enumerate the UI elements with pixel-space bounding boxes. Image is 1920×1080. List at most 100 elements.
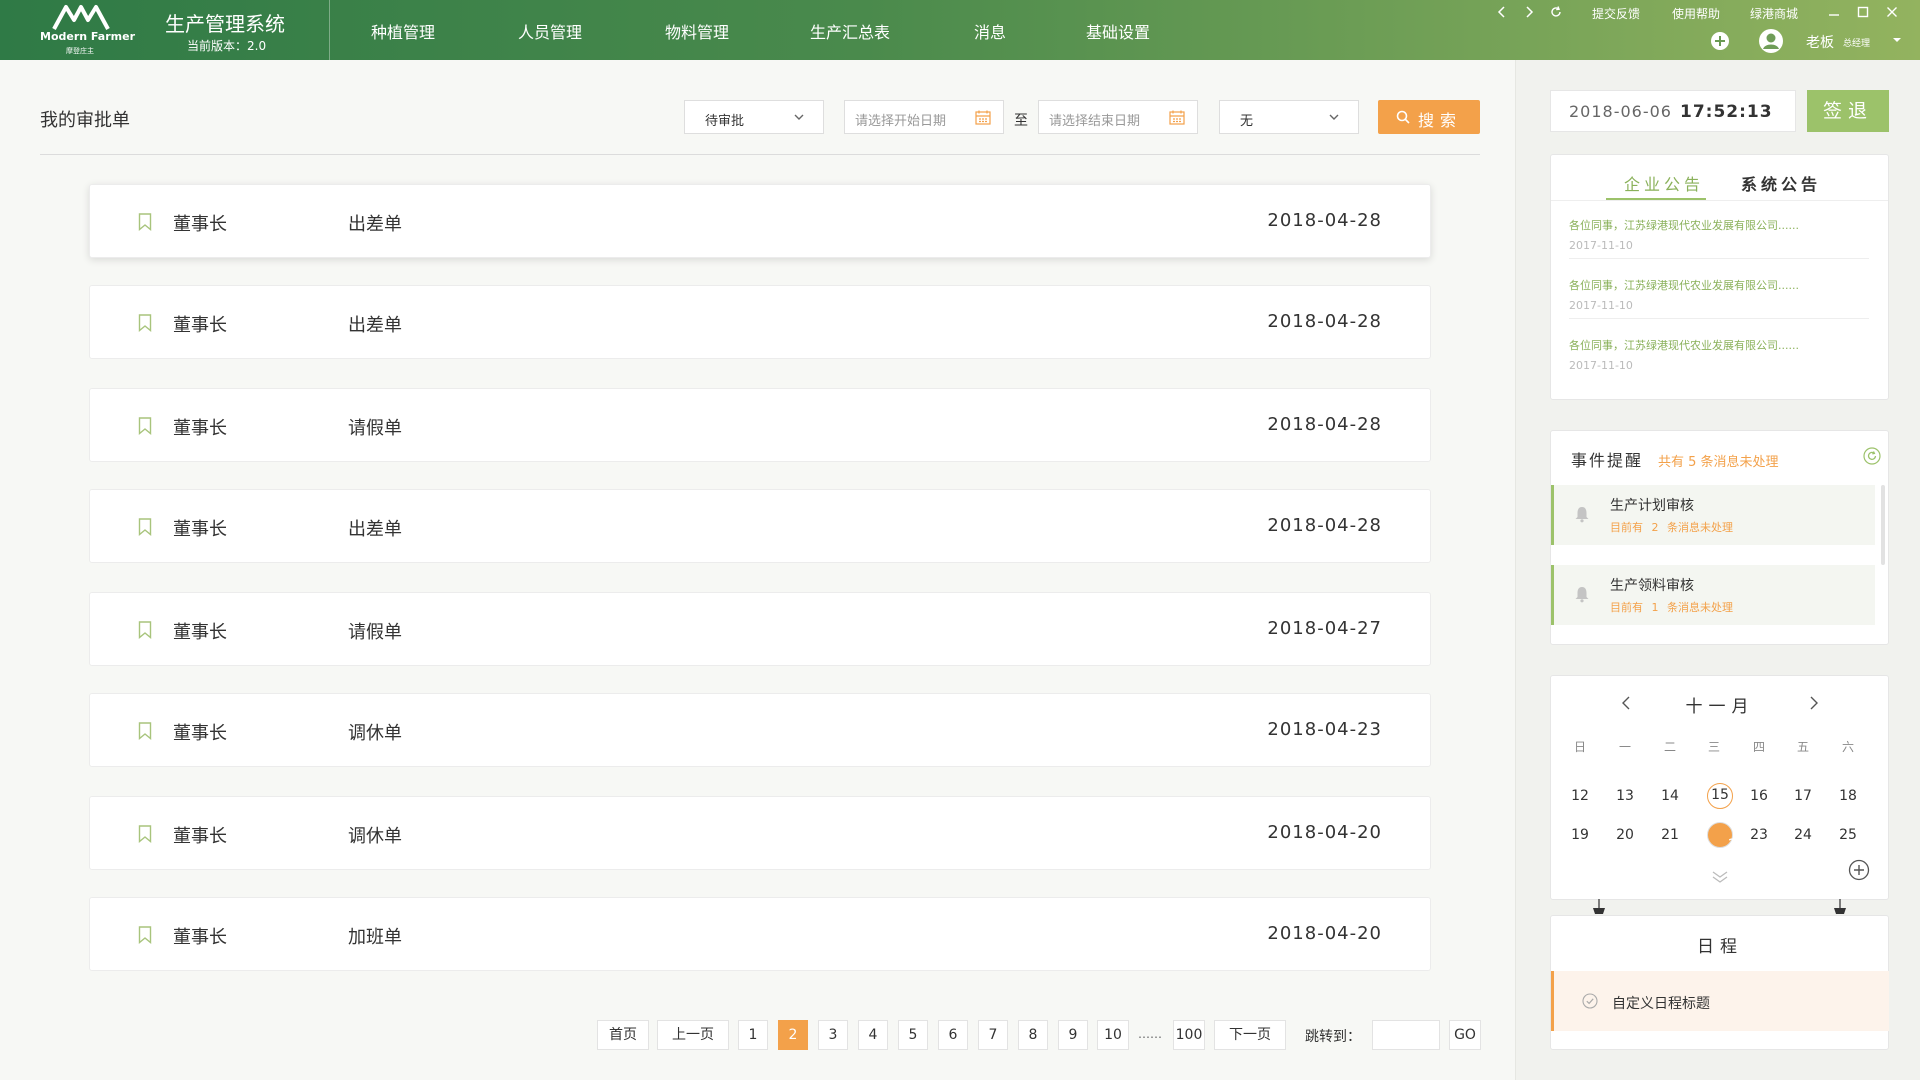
page-number[interactable]: 4 <box>858 1020 888 1050</box>
nav-materials[interactable]: 物料管理 <box>665 19 729 43</box>
nav-production-summary[interactable]: 生产汇总表 <box>810 19 890 43</box>
maximize-icon[interactable] <box>1857 6 1869 18</box>
help-link[interactable]: 使用帮助 <box>1672 5 1720 22</box>
start-date-input[interactable]: 请选择开始日期 <box>844 100 1004 134</box>
end-date-placeholder: 请选择结束日期 <box>1049 114 1141 129</box>
event-item[interactable]: 生产领料审核 目前有 1 条消息未处理 <box>1551 565 1875 625</box>
bookmark-icon <box>138 621 152 639</box>
calendar-day[interactable]: 20 <box>1605 822 1645 848</box>
add-event-icon[interactable] <box>1848 859 1870 881</box>
notice-item[interactable]: 各位同事，江苏绿港现代农业发展有限公司...... 2017-11-10 <box>1569 277 1869 319</box>
calendar-day[interactable]: 14 <box>1650 783 1690 809</box>
page-ellipsis: …… <box>1138 1027 1162 1041</box>
minimize-icon[interactable] <box>1828 6 1840 18</box>
notice-text: 各位同事，江苏绿港现代农业发展有限公司...... <box>1569 279 1799 292</box>
nav-planting[interactable]: 种植管理 <box>371 19 435 43</box>
page-last[interactable]: 100 <box>1173 1020 1205 1050</box>
event-scrollbar[interactable] <box>1881 485 1885 565</box>
notice-text: 各位同事，江苏绿港现代农业发展有限公司...... <box>1569 339 1799 352</box>
notice-date: 2017-11-10 <box>1569 299 1633 312</box>
logo-icon <box>52 5 110 30</box>
page-number[interactable]: 10 <box>1097 1020 1129 1050</box>
end-date-input[interactable]: 请选择结束日期 <box>1038 100 1198 134</box>
status-filter-select[interactable]: 待审批 <box>684 100 824 134</box>
calendar-day-selected[interactable]: 22 <box>1707 822 1746 853</box>
user-name[interactable]: 老板 <box>1806 32 1834 52</box>
page-number[interactable]: 6 <box>938 1020 968 1050</box>
calendar-day[interactable]: 16 <box>1739 783 1779 809</box>
calendar-day[interactable]: 12 <box>1560 783 1600 809</box>
page-jump-input[interactable] <box>1372 1020 1440 1050</box>
bookmark-icon <box>138 926 152 944</box>
tab-company-notice[interactable]: 企业公告 <box>1624 171 1704 195</box>
approval-row[interactable]: 董事长 出差单 2018-04-28 <box>89 489 1431 563</box>
page-first[interactable]: 首页 <box>597 1020 649 1050</box>
expand-down-icon[interactable] <box>1711 871 1729 883</box>
user-role: 总经理 <box>1843 39 1871 49</box>
nav-messages[interactable]: 消息 <box>974 19 1006 43</box>
feedback-link[interactable]: 提交反馈 <box>1592 5 1640 22</box>
forward-icon[interactable] <box>1524 6 1534 18</box>
approval-date: 2018-04-28 <box>1267 311 1382 332</box>
tab-system-notice[interactable]: 系统公告 <box>1741 171 1821 195</box>
event-item[interactable]: 生产计划审核 目前有 2 条消息未处理 <box>1551 485 1875 545</box>
calendar-day[interactable]: 13 <box>1605 783 1645 809</box>
bookmark-icon <box>138 314 152 332</box>
calendar-day[interactable]: 18 <box>1828 783 1868 809</box>
approval-type: 出差单 <box>348 214 402 235</box>
approval-row[interactable]: 董事长 调休单 2018-04-23 <box>89 693 1431 767</box>
page-next[interactable]: 下一页 <box>1214 1020 1286 1050</box>
type-filter-select[interactable]: 无 <box>1219 100 1359 134</box>
store-link[interactable]: 绿港商城 <box>1750 5 1798 22</box>
approval-row[interactable]: 董事长 请假单 2018-04-27 <box>89 592 1431 666</box>
search-button[interactable]: 搜索 <box>1378 100 1480 134</box>
add-circle-icon[interactable] <box>1710 31 1730 51</box>
back-icon[interactable] <box>1497 6 1507 18</box>
check-circle-icon[interactable] <box>1582 993 1598 1009</box>
calendar-day[interactable]: 19 <box>1560 822 1600 848</box>
calendar-day[interactable]: 21 <box>1650 822 1690 848</box>
chevron-right-icon[interactable] <box>1809 696 1819 710</box>
page-number[interactable]: 1 <box>738 1020 768 1050</box>
approval-row[interactable]: 董事长 加班单 2018-04-20 <box>89 897 1431 971</box>
refresh-icon[interactable] <box>1550 6 1562 18</box>
page-number[interactable]: 3 <box>818 1020 848 1050</box>
avatar-icon[interactable] <box>1758 28 1784 54</box>
page-number[interactable]: 8 <box>1018 1020 1048 1050</box>
event-title: 事件提醒 <box>1571 451 1644 470</box>
nav-basic-settings[interactable]: 基础设置 <box>1086 19 1150 43</box>
page-prev[interactable]: 上一页 <box>657 1020 729 1050</box>
approval-row[interactable]: 董事长 调休单 2018-04-20 <box>89 796 1431 870</box>
calendar-day[interactable]: 17 <box>1783 783 1823 809</box>
brand[interactable]: Modern Farmer 摩登庄主 生产管理系统 当前版本：2.0 <box>0 0 330 60</box>
weekday-label: 三 <box>1707 740 1720 754</box>
weekday-label: 五 <box>1796 740 1809 754</box>
notice-card: 企业公告 系统公告 各位同事，江苏绿港现代农业发展有限公司...... 2017… <box>1550 154 1889 400</box>
notice-item[interactable]: 各位同事，江苏绿港现代农业发展有限公司...... 2017-11-10 <box>1569 217 1869 259</box>
calendar-day[interactable]: 25 <box>1828 822 1868 848</box>
logo-text: Modern Farmer <box>40 30 135 43</box>
page-number[interactable]: 5 <box>898 1020 928 1050</box>
calendar-day-today[interactable]: 15 <box>1707 783 1733 809</box>
approval-row[interactable]: 董事长 出差单 2018-04-28 <box>89 285 1431 359</box>
caret-down-icon[interactable] <box>1892 37 1902 43</box>
close-icon[interactable] <box>1886 6 1898 18</box>
notice-item[interactable]: 各位同事，江苏绿港现代农业发展有限公司...... 2017-11-10 <box>1569 337 1869 372</box>
calendar-day[interactable]: 23 <box>1739 822 1779 848</box>
chevron-down-icon <box>794 114 804 120</box>
page-number-current[interactable]: 2 <box>778 1020 808 1050</box>
notice-text: 各位同事，江苏绿港现代农业发展有限公司...... <box>1569 219 1799 232</box>
page-go-button[interactable]: GO <box>1449 1020 1481 1050</box>
bell-icon <box>1575 587 1589 603</box>
signout-button[interactable]: 签退 <box>1807 90 1889 132</box>
calendar-day[interactable]: 24 <box>1783 822 1823 848</box>
schedule-item[interactable]: 自定义日程标题 <box>1551 971 1889 1031</box>
refresh-icon[interactable] <box>1863 447 1881 465</box>
page-number[interactable]: 9 <box>1058 1020 1088 1050</box>
event-name: 生产计划审核 <box>1610 498 1694 514</box>
approval-row[interactable]: 董事长 出差单 2018-04-28 <box>89 184 1431 258</box>
start-date-placeholder: 请选择开始日期 <box>855 114 947 129</box>
page-number[interactable]: 7 <box>978 1020 1008 1050</box>
nav-staff[interactable]: 人员管理 <box>518 19 582 43</box>
approval-row[interactable]: 董事长 请假单 2018-04-28 <box>89 388 1431 462</box>
